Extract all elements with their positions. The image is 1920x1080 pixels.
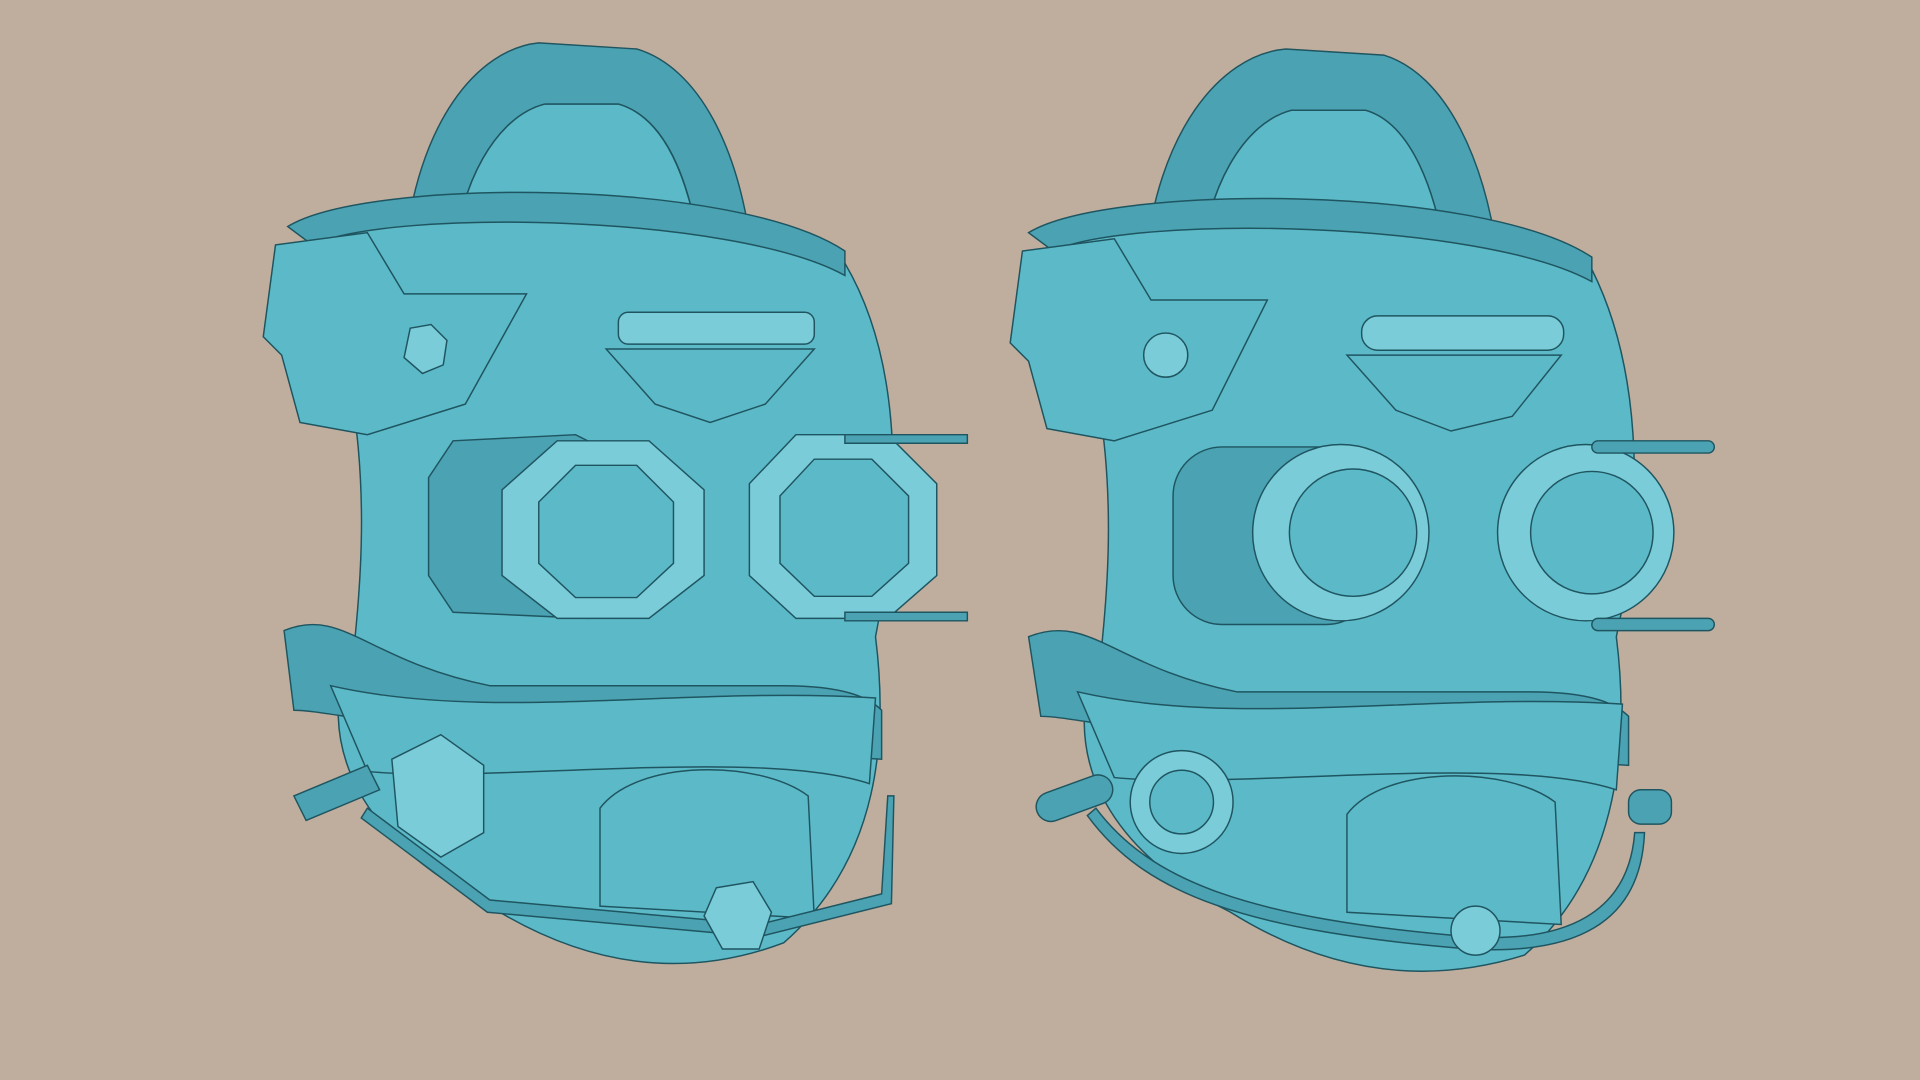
low-poly-helmet [262, 42, 969, 965]
strap-buckle [617, 311, 816, 345]
bolt [1142, 332, 1189, 378]
high-poly-helmet [1009, 48, 1716, 972]
render-viewport [262, 42, 1716, 972]
strap-buckle [1360, 315, 1565, 351]
